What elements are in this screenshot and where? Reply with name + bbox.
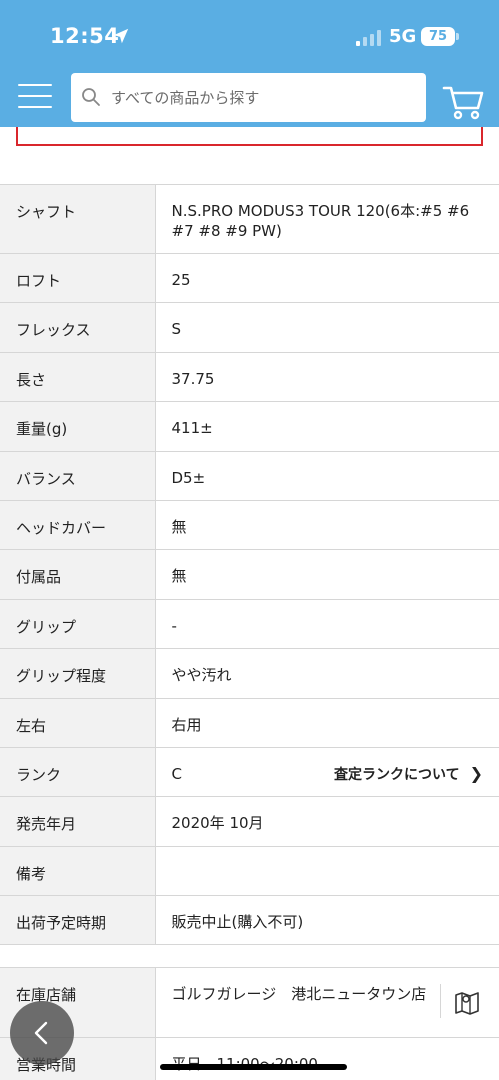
map-icon[interactable] xyxy=(453,988,481,1016)
spec-label: フレックス xyxy=(0,302,156,353)
spec-label: シャフト xyxy=(0,184,156,254)
table-row: フレックス S xyxy=(0,302,499,353)
spec-value: 2020年 10月 xyxy=(155,796,499,847)
table-row: ランク C 査定ランクについて ❯ xyxy=(0,746,499,798)
spec-value: 411± xyxy=(155,401,499,452)
spec-label: 発売年月 xyxy=(0,796,156,847)
app-header: 12:54 5G 75 xyxy=(0,0,499,127)
spec-value: やや汚れ xyxy=(155,648,499,699)
menu-button[interactable] xyxy=(18,84,52,110)
spec-label: グリップ程度 xyxy=(0,648,156,699)
search-box[interactable] xyxy=(71,73,426,122)
store-value-cell: ゴルフガレージ 港北ニュータウン店 xyxy=(155,967,499,1038)
hours-value: 平日 11:00～20:00 xyxy=(155,1037,499,1080)
table-row: 在庫店舗 ゴルフガレージ 港北ニュータウン店 xyxy=(0,967,499,1038)
table-row: グリップ程度 やや汚れ xyxy=(0,648,499,699)
chevron-right-icon: ❯ xyxy=(469,763,483,783)
spec-value: D5± xyxy=(155,450,499,501)
spec-value: 無 xyxy=(155,499,499,551)
spec-label: ヘッドカバー xyxy=(0,499,156,551)
spec-label: 長さ xyxy=(0,351,156,403)
hamburger-icon xyxy=(18,84,52,86)
spec-label: 備考 xyxy=(0,845,156,897)
battery-indicator: 75 xyxy=(421,27,455,46)
spec-value: 販売中止(購入不可) xyxy=(155,895,499,946)
divider xyxy=(440,984,441,1018)
spec-value: 無 xyxy=(155,549,499,600)
status-bar: 12:54 5G 75 xyxy=(0,0,499,72)
table-row: 発売年月 2020年 10月 xyxy=(0,796,499,847)
spec-label: グリップ xyxy=(0,598,156,650)
spec-label: 左右 xyxy=(0,697,156,748)
table-row: 重量(g) 411± xyxy=(0,401,499,452)
spec-label: 付属品 xyxy=(0,549,156,600)
table-row: バランス D5± xyxy=(0,450,499,501)
spec-value xyxy=(155,845,499,897)
table-row: グリップ - xyxy=(0,598,499,650)
spec-value: N.S.PRO MODUS3 TOUR 120(6本:#5 #6 #7 #8 #… xyxy=(155,184,499,254)
rank-info-link[interactable]: 査定ランクについて ❯ xyxy=(334,764,483,785)
spec-label: 出荷予定時期 xyxy=(0,895,156,946)
table-row: 出荷予定時期 販売中止(購入不可) xyxy=(0,895,499,946)
search-input[interactable] xyxy=(111,73,411,122)
rank-info-label: 査定ランクについて xyxy=(334,766,460,783)
table-row: 長さ 37.75 xyxy=(0,351,499,403)
status-time: 12:54 xyxy=(50,24,120,48)
spec-value: - xyxy=(155,598,499,650)
rank-value: C xyxy=(171,764,182,783)
spec-value: S xyxy=(155,302,499,353)
highlight-box xyxy=(16,127,483,146)
network-type: 5G xyxy=(389,26,417,47)
table-row: 付属品 無 xyxy=(0,549,499,600)
table-row: 備考 xyxy=(0,845,499,897)
table-row: ロフト 25 xyxy=(0,252,499,304)
spec-table: シャフト N.S.PRO MODUS3 TOUR 120(6本:#5 #6 #7… xyxy=(0,184,499,946)
spec-label: ランク xyxy=(0,746,156,798)
spec-value-rank: C 査定ランクについて ❯ xyxy=(155,746,499,798)
table-row: ヘッドカバー 無 xyxy=(0,499,499,551)
spec-value: 右用 xyxy=(155,697,499,748)
spec-value: 37.75 xyxy=(155,351,499,403)
table-row: 左右 右用 xyxy=(0,697,499,748)
cart-icon[interactable] xyxy=(442,80,484,122)
cellular-signal-icon xyxy=(356,30,381,46)
spec-label: 重量(g) xyxy=(0,401,156,452)
location-arrow-icon xyxy=(113,28,129,44)
spec-label: バランス xyxy=(0,450,156,501)
spec-label: ロフト xyxy=(0,252,156,304)
search-icon xyxy=(82,88,100,106)
chevron-left-icon xyxy=(34,1021,48,1045)
battery-cap xyxy=(456,33,459,40)
table-row: シャフト N.S.PRO MODUS3 TOUR 120(6本:#5 #6 #7… xyxy=(0,184,499,254)
spec-value: 25 xyxy=(155,252,499,304)
store-name: ゴルフガレージ 港北ニュータウン店 xyxy=(171,985,427,1003)
table-row: 営業時間 平日 11:00～20:00 xyxy=(0,1037,499,1080)
back-button[interactable] xyxy=(10,1001,74,1065)
home-indicator xyxy=(160,1064,347,1070)
